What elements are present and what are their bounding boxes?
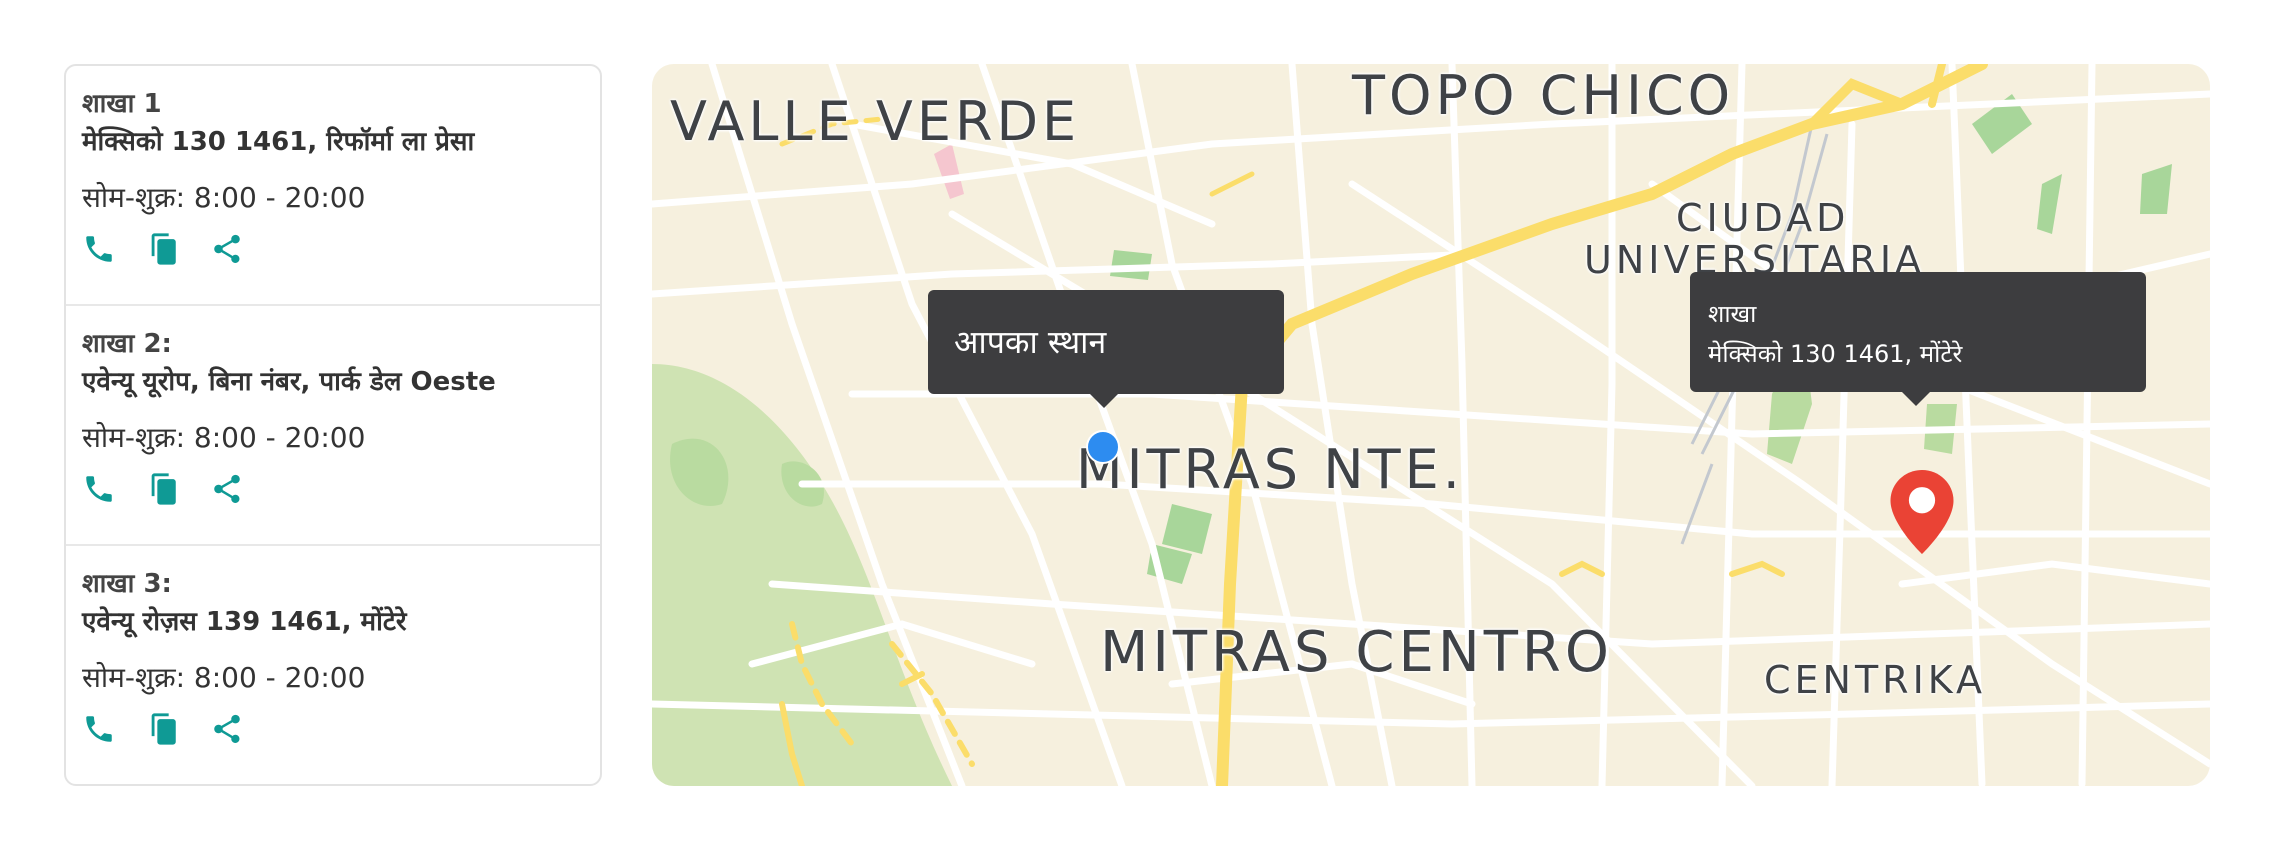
branch-title: शाखा 1 — [82, 89, 162, 119]
branch-actions — [82, 472, 600, 506]
branch-address: एवेन्यू रोज़स 139 1461, मोंटेरे — [82, 607, 407, 637]
branch-address: एवेन्यू यूरोप, बिना नंबर, पार्क डेल Oest… — [82, 367, 496, 397]
branch-title: शाखा 2: — [82, 329, 172, 359]
user-location-label: आपका स्थान — [954, 323, 1107, 361]
branch-card[interactable]: शाखा 2: एवेन्यू यूरोप, बिना नंबर, पार्क … — [66, 306, 600, 546]
share-icon[interactable] — [210, 712, 244, 746]
branch-card[interactable]: शाखा 1 मेक्सिको 130 1461, रिफॉर्मा ला प्… — [66, 66, 600, 306]
phone-icon[interactable] — [82, 712, 116, 746]
map-view[interactable]: VALLE VERDE TOPO CHICO CIUDAD UNIVERSITA… — [652, 64, 2210, 786]
copy-icon[interactable] — [146, 712, 180, 746]
branch-tooltip-title: शाखा — [1708, 300, 1757, 328]
map-label-centrika: CENTRIKA — [1764, 658, 1987, 702]
copy-icon[interactable] — [146, 472, 180, 506]
map-pin-icon[interactable] — [1890, 470, 1954, 554]
branch-hours: सोम-शुक्र: 8:00 - 20:00 — [82, 181, 366, 214]
map-label-mitras-nte: MITRAS NTE. — [1076, 438, 1464, 501]
branch-hours: सोम-शुक्र: 8:00 - 20:00 — [82, 661, 366, 694]
branch-tooltip-address: मेक्सिको 130 1461, मोंटेरे — [1708, 340, 1963, 368]
phone-icon[interactable] — [82, 472, 116, 506]
branch-address: मेक्सिको 130 1461, रिफॉर्मा ला प्रेसा — [82, 127, 475, 157]
map-label-valle-verde: VALLE VERDE — [670, 90, 1081, 153]
branch-hours: सोम-शुक्र: 8:00 - 20:00 — [82, 421, 366, 454]
phone-icon[interactable] — [82, 232, 116, 266]
map-label-topo-chico: TOPO CHICO — [1352, 64, 1735, 127]
branch-actions — [82, 712, 600, 746]
branch-actions — [82, 232, 600, 266]
share-icon[interactable] — [210, 472, 244, 506]
share-icon[interactable] — [210, 232, 244, 266]
branch-list: शाखा 1 मेक्सिको 130 1461, रिफॉर्मा ला प्… — [64, 64, 602, 786]
copy-icon[interactable] — [146, 232, 180, 266]
map-label-ciudad: CIUDAD — [1676, 196, 1850, 240]
map-label-mitras-centro: MITRAS CENTRO — [1100, 620, 1613, 685]
user-location-marker[interactable] — [1086, 430, 1120, 464]
branch-title: शाखा 3: — [82, 569, 172, 599]
branch-tooltip: शाखा मेक्सिको 130 1461, मोंटेरे — [1690, 272, 2146, 406]
branch-card[interactable]: शाखा 3: एवेन्यू रोज़स 139 1461, मोंटेरे … — [66, 546, 600, 784]
user-location-tooltip: आपका स्थान — [928, 290, 1284, 408]
